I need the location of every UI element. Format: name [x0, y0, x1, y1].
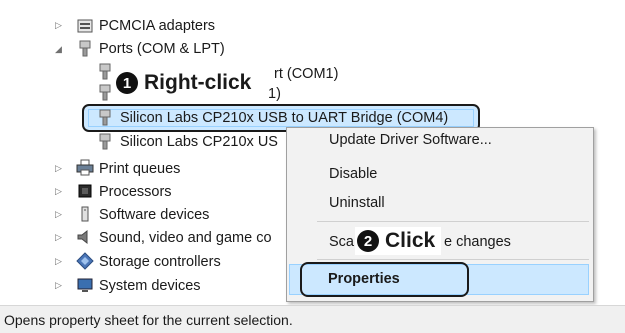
menu-item-scan-partial-tail[interactable]: e changes: [444, 234, 511, 250]
callout-right-click: 1 Right-click: [116, 70, 256, 96]
menu-item-update-driver[interactable]: Update Driver Software...: [329, 132, 492, 148]
properties-emphasis-outline: [300, 262, 469, 297]
tree-item-print-queues[interactable]: Print queues: [99, 161, 180, 177]
tree-item-silicon-labs-com4[interactable]: Silicon Labs CP210x USB to UART Bridge (…: [120, 110, 448, 126]
expand-arrow-icon[interactable]: ▷: [55, 186, 62, 197]
expand-arrow-icon[interactable]: ▷: [55, 20, 62, 31]
tree-item-storage-controllers[interactable]: Storage controllers: [99, 254, 221, 270]
processor-icon: [78, 184, 92, 198]
port-device-icon: [99, 84, 111, 101]
tree-item-software-devices[interactable]: Software devices: [99, 207, 209, 223]
menu-separator: [317, 221, 589, 222]
printer-icon: [76, 159, 94, 176]
tree-item-sound-video[interactable]: Sound, video and game co: [99, 230, 272, 246]
callout-text: Right-click: [144, 71, 252, 94]
tree-item-processors[interactable]: Processors: [99, 184, 172, 200]
expand-arrow-icon[interactable]: ▷: [55, 209, 62, 220]
expand-arrow-icon[interactable]: ▷: [55, 280, 62, 291]
menu-item-scan-partial[interactable]: Sca: [329, 234, 354, 250]
status-text: Opens property sheet for the current sel…: [4, 311, 293, 328]
expand-arrow-icon[interactable]: ▷: [55, 232, 62, 243]
collapse-arrow-icon[interactable]: ◢: [55, 44, 62, 55]
pcmcia-icon: [77, 19, 93, 33]
status-bar: Opens property sheet for the current sel…: [0, 305, 625, 333]
port-device-icon: [99, 109, 111, 126]
port-device-icon: [99, 63, 111, 80]
expand-arrow-icon[interactable]: ▷: [55, 163, 62, 174]
port-icon: [79, 40, 91, 57]
tree-item-pcmcia-adapters[interactable]: PCMCIA adapters: [99, 18, 215, 34]
step-number-badge: 2: [357, 230, 379, 252]
menu-item-disable[interactable]: Disable: [329, 166, 377, 182]
expand-arrow-icon[interactable]: ▷: [55, 256, 62, 267]
speaker-icon: [77, 229, 88, 245]
callout-text: Click: [385, 229, 436, 252]
tree-item-ports[interactable]: Ports (COM & LPT): [99, 41, 225, 57]
port-device-icon: [99, 133, 111, 150]
tree-item-system-devices[interactable]: System devices: [99, 278, 201, 294]
tree-item-com1[interactable]: rt (COM1): [274, 66, 338, 82]
tree-item-silicon-labs-2[interactable]: Silicon Labs CP210x US: [120, 134, 278, 150]
storage-icon: [76, 252, 94, 270]
system-devices-icon: [77, 278, 93, 292]
callout-click: 2 Click: [355, 227, 442, 255]
software-device-icon: [81, 206, 89, 222]
menu-item-uninstall[interactable]: Uninstall: [329, 195, 385, 211]
tree-item-port-partial[interactable]: 1): [268, 86, 281, 102]
step-number-badge: 1: [116, 72, 138, 94]
menu-separator: [317, 259, 589, 260]
